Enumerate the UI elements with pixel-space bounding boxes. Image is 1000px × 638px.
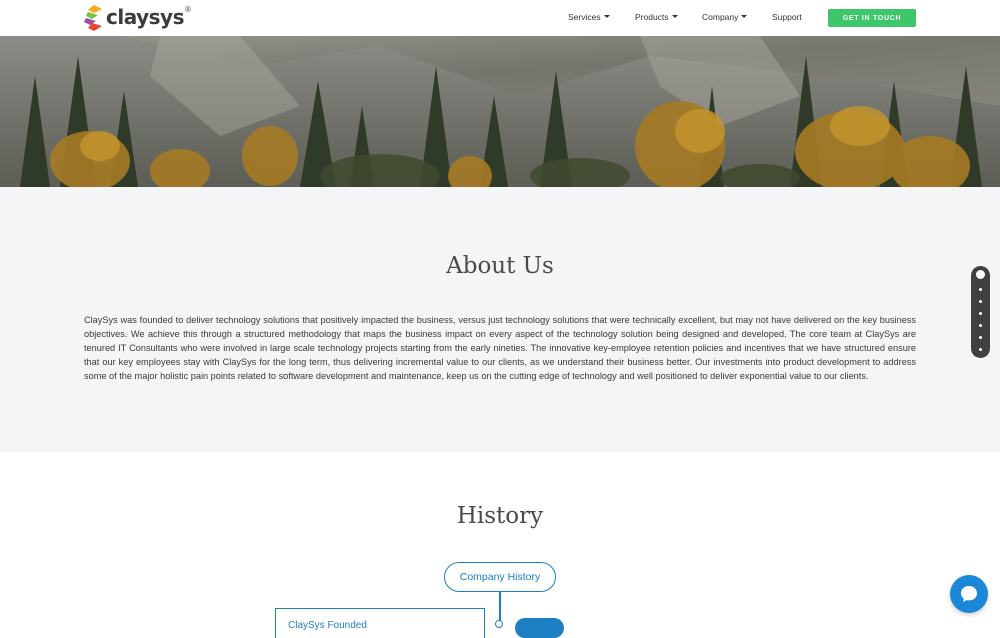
- page-dot-4[interactable]: [979, 312, 982, 315]
- timeline-node: [495, 620, 503, 628]
- company-history-pill[interactable]: Company History: [444, 562, 556, 592]
- nav-company[interactable]: Company: [702, 12, 748, 22]
- chat-bubble-icon: [961, 586, 977, 602]
- logo-wordmark: claysys: [106, 5, 184, 29]
- page-section-dots: [971, 266, 990, 358]
- chat-button[interactable]: [950, 575, 988, 613]
- nav-support-label: Support: [772, 12, 802, 22]
- about-section: About Us ClaySys was founded to deliver …: [0, 187, 1000, 452]
- page-dot-3[interactable]: [979, 300, 982, 303]
- history-title: History: [456, 503, 544, 529]
- get-in-touch-button[interactable]: GET IN TOUCH: [828, 9, 916, 27]
- page-dot-6[interactable]: [979, 336, 982, 339]
- nav-services-label: Services: [568, 12, 601, 22]
- history-card-label: ClaySys Founded: [288, 620, 367, 631]
- hero-forest-image: [0, 36, 1000, 187]
- nav-products-label: Products: [635, 12, 669, 22]
- history-card[interactable]: ClaySys Founded: [275, 608, 485, 638]
- caret-down-icon: [671, 15, 678, 19]
- nav-company-label: Company: [702, 12, 739, 22]
- page-dot-7[interactable]: [979, 348, 982, 351]
- nav-services[interactable]: Services: [568, 12, 610, 22]
- nav-support[interactable]: Support: [772, 12, 802, 22]
- nav-products[interactable]: Products: [635, 12, 678, 22]
- caret-down-icon: [741, 15, 748, 19]
- claysys-logo[interactable]: claysys ®: [84, 4, 191, 32]
- timeline-year-badge[interactable]: [515, 618, 564, 638]
- logo-mark-icon: [84, 4, 104, 32]
- about-body-text: ClaySys was founded to deliver technolog…: [84, 315, 916, 382]
- site-header: claysys ® Services Products Company Supp…: [0, 0, 1000, 36]
- page-dot-2[interactable]: [979, 288, 982, 291]
- page-dot-1[interactable]: [976, 270, 985, 279]
- about-title: About Us: [446, 253, 554, 279]
- caret-down-icon: [603, 15, 610, 19]
- page-dot-5[interactable]: [979, 324, 982, 327]
- registered-mark: ®: [184, 4, 191, 14]
